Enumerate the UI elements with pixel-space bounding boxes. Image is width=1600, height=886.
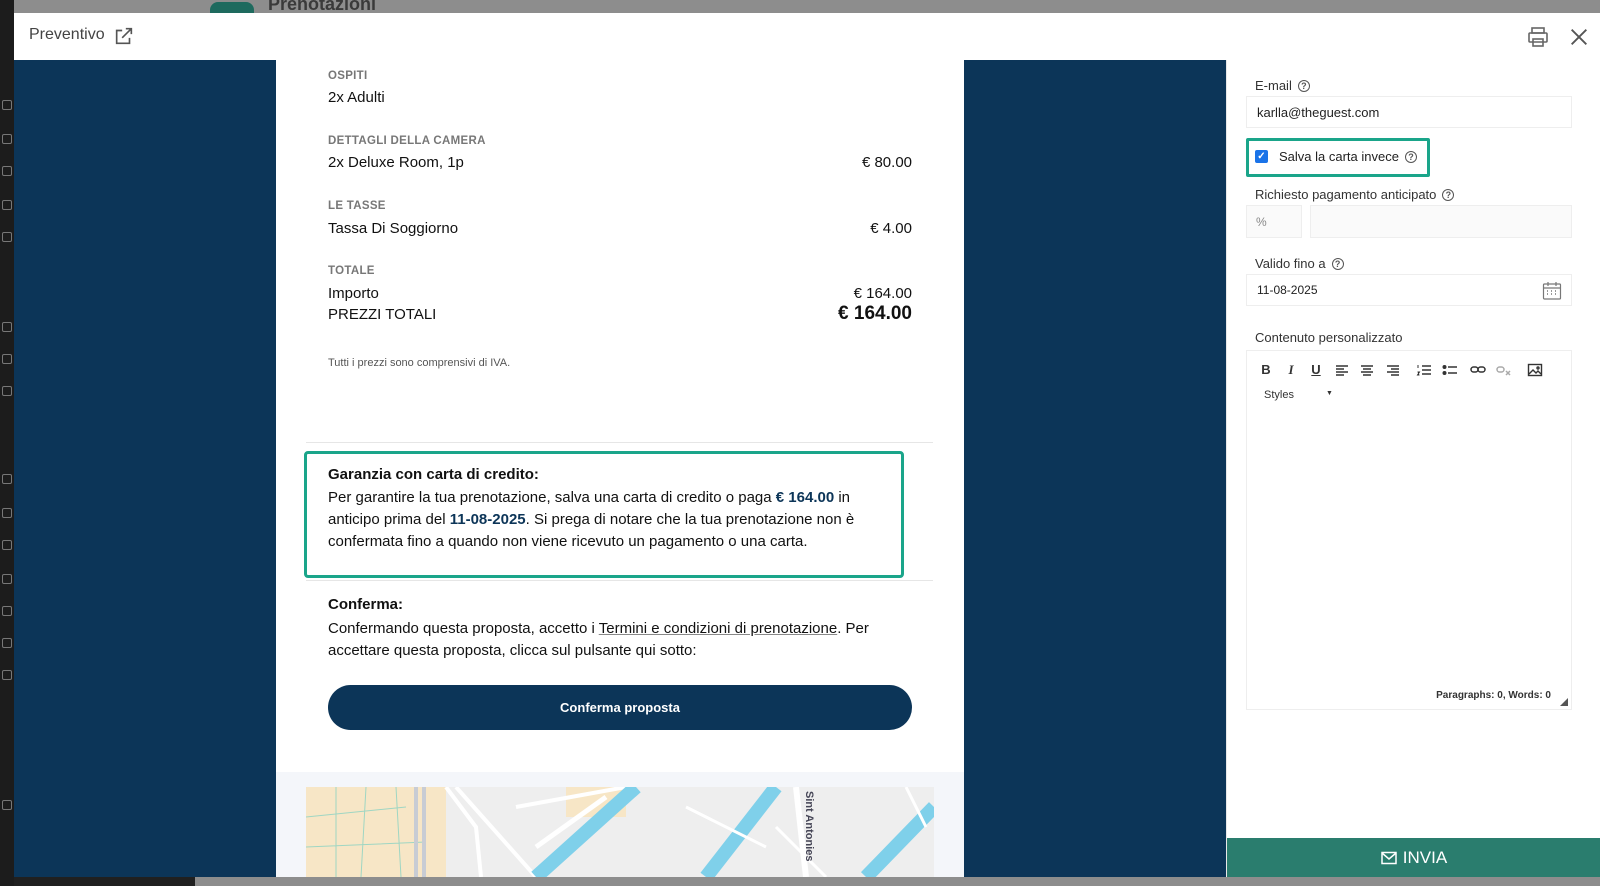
unlink-icon[interactable]: [1495, 361, 1513, 379]
bullet-list-icon[interactable]: [1441, 361, 1459, 379]
prepayment-label-text: Richiesto pagamento anticipato: [1255, 187, 1437, 202]
email-label-text: E-mail: [1255, 78, 1292, 93]
calendar-icon[interactable]: [1542, 281, 1562, 301]
help-icon[interactable]: ?: [1297, 79, 1310, 92]
chevron-down-icon[interactable]: ▼: [1326, 390, 1333, 397]
resize-handle-icon[interactable]: [1560, 698, 1568, 706]
guests-value: 2x Adulti: [328, 89, 385, 106]
prepayment-label: Richiesto pagamento anticipato ?: [1255, 187, 1455, 202]
sidebar-icon: [2, 540, 12, 550]
align-center-icon[interactable]: [1358, 361, 1376, 379]
modal-header: Preventivo: [14, 13, 1600, 60]
print-icon[interactable]: [1526, 25, 1550, 49]
total-label: TOTALE: [328, 265, 375, 277]
guarantee-text-part: Per garantire la tua prenotazione, salva…: [328, 489, 776, 506]
numbered-list-icon[interactable]: [1415, 361, 1433, 379]
save-card-label: Salva la carta invece ?: [1279, 149, 1417, 164]
sidebar-icon: [2, 670, 12, 680]
terms-link[interactable]: Termini e condizioni di prenotazione: [599, 620, 837, 637]
prepayment-unit: %: [1246, 205, 1302, 238]
sidebar-icon: [2, 134, 12, 144]
align-left-icon[interactable]: [1333, 361, 1351, 379]
taxes-label: LE TASSE: [328, 200, 386, 212]
amount-value: € 164.00: [853, 285, 912, 302]
send-button[interactable]: INVIA: [1227, 838, 1600, 877]
tax-price: € 4.00: [870, 220, 912, 237]
modal-title: Preventivo: [29, 26, 105, 43]
custom-content-label: Contenuto personalizzato: [1255, 330, 1403, 345]
guests-label: OSPITI: [328, 70, 368, 82]
room-details-label: DETTAGLI DELLA CAMERA: [328, 135, 486, 147]
tax-item: Tassa Di Soggiorno: [328, 220, 459, 237]
sidebar-icon: [2, 800, 12, 810]
guarantee-amount: € 164.00: [775, 489, 835, 506]
sidebar-icon: [2, 200, 12, 210]
styles-dropdown[interactable]: Styles: [1264, 389, 1294, 401]
room-item: 2x Deluxe Room, 1p: [328, 154, 464, 171]
divider: [306, 442, 933, 443]
quote-preview: OSPITI 2x Adulti DETTAGLI DELLA CAMERA 2…: [14, 60, 1226, 877]
envelope-icon: [1381, 851, 1397, 864]
send-button-label: INVIA: [1402, 847, 1448, 867]
quote-document: OSPITI 2x Adulti DETTAGLI DELLA CAMERA 2…: [276, 60, 964, 877]
prepayment-input[interactable]: [1310, 205, 1572, 238]
background-app-footer-right: [195, 877, 1600, 886]
vat-note: Tutti i prezzi sono comprensivi di IVA.: [328, 357, 511, 369]
sidebar-icon: [2, 606, 12, 616]
external-link-icon[interactable]: [113, 25, 135, 47]
email-label: E-mail ?: [1255, 78, 1310, 93]
sidebar-icon: [2, 100, 12, 110]
sidebar-icon: [2, 574, 12, 584]
sidebar-icon: [2, 474, 12, 484]
quote-modal: Preventivo OSPITI 2x Adulti DETTAGLI DEL…: [14, 13, 1600, 877]
confirm-proposal-button[interactable]: Conferma proposta: [328, 685, 912, 730]
help-icon[interactable]: ?: [1442, 188, 1455, 201]
sidebar-icon: [2, 638, 12, 648]
sidebar-icon: [2, 232, 12, 242]
sidebar-icon: [2, 166, 12, 176]
quote-settings-form: E-mail ? karlla@theguest.com ✓ Salva la …: [1226, 60, 1600, 877]
link-icon[interactable]: [1469, 361, 1487, 379]
valid-until-date-field[interactable]: 11-08-2025: [1246, 274, 1572, 306]
save-card-checkbox[interactable]: ✓: [1255, 150, 1268, 163]
editor-toolbar: B I U Styles ▼: [1247, 351, 1573, 411]
rich-text-editor[interactable]: B I U Styles ▼ Paragraphs: 0, Words: 0: [1246, 350, 1572, 710]
guarantee-text: Per garantire la tua prenotazione, salva…: [328, 487, 903, 553]
amount-label: Importo: [328, 285, 379, 302]
underline-icon[interactable]: U: [1307, 361, 1325, 379]
map-section: Sint Antonies: [276, 772, 964, 877]
background-app-sidebar: [0, 0, 14, 886]
editor-status: Paragraphs: 0, Words: 0: [1436, 690, 1551, 701]
sidebar-icon: [2, 386, 12, 396]
location-map[interactable]: Sint Antonies: [306, 787, 934, 877]
valid-until-label-text: Valido fino a: [1255, 256, 1326, 271]
room-price: € 80.00: [861, 154, 912, 171]
align-right-icon[interactable]: [1384, 361, 1402, 379]
help-icon[interactable]: ?: [1331, 257, 1344, 270]
guarantee-title: Garanzia con carta di credito:: [328, 466, 539, 483]
bold-icon[interactable]: B: [1257, 361, 1275, 379]
save-card-label-text: Salva la carta invece: [1279, 149, 1399, 164]
italic-icon[interactable]: I: [1282, 361, 1300, 379]
map-street-label: Sint Antonies: [803, 791, 815, 861]
divider: [306, 580, 933, 581]
grand-total-value: € 164.00: [838, 303, 912, 324]
sidebar-icon: [2, 322, 12, 332]
confirm-text: Confermando questa proposta, accetto i T…: [328, 618, 918, 662]
image-icon[interactable]: [1526, 361, 1544, 379]
email-field[interactable]: karlla@theguest.com: [1246, 96, 1572, 128]
sidebar-icon: [2, 354, 12, 364]
background-app-footer: [14, 877, 195, 886]
confirm-text-part: Confermando questa proposta, accetto i: [328, 620, 599, 637]
sidebar-icon: [2, 508, 12, 518]
valid-until-label: Valido fino a ?: [1255, 256, 1344, 271]
guarantee-date: 11-08-2025: [449, 511, 526, 528]
help-icon[interactable]: ?: [1404, 150, 1417, 163]
grand-total-label: PREZZI TOTALI: [328, 306, 437, 323]
close-icon[interactable]: [1568, 26, 1590, 48]
confirm-title: Conferma:: [328, 596, 404, 613]
